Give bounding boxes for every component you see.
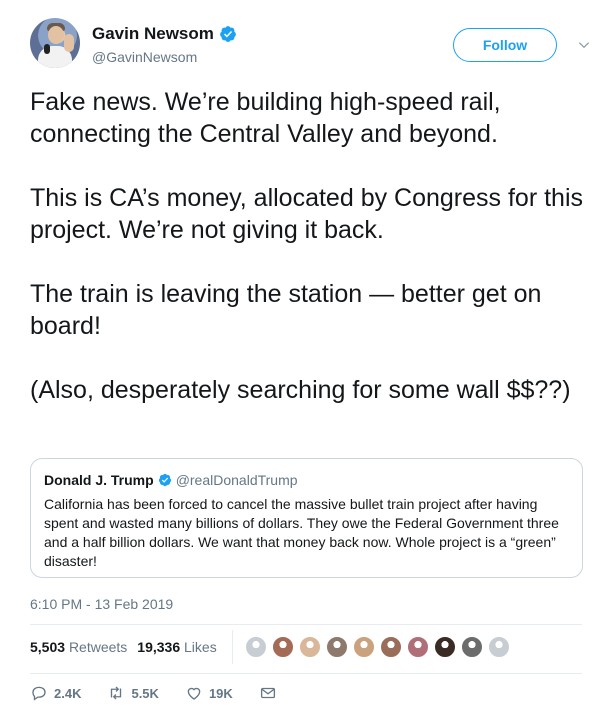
author-name-row: Gavin Newsom xyxy=(92,24,237,44)
stats-separator xyxy=(232,630,233,664)
tweet-stats: 5,503 Retweets 19,336 Likes xyxy=(30,639,227,655)
tweet-actions: 2.4K 5.5K 19K xyxy=(30,684,309,702)
author-handle[interactable]: @GavinNewsom xyxy=(92,49,197,65)
quoted-handle: @realDonaldTrump xyxy=(175,472,298,488)
liker-avatar[interactable] xyxy=(244,635,268,659)
liker-avatar[interactable] xyxy=(298,635,322,659)
quoted-tweet-header: Donald J. Trump @realDonaldTrump xyxy=(44,471,569,489)
liker-avatar[interactable] xyxy=(433,635,457,659)
liker-avatar[interactable] xyxy=(271,635,295,659)
divider xyxy=(30,624,582,625)
liker-avatars xyxy=(244,635,514,659)
tweet-paragraph: This is CA’s money, allocated by Congres… xyxy=(30,184,584,244)
liker-avatar[interactable] xyxy=(325,635,349,659)
retweet-button[interactable]: 5.5K xyxy=(107,684,159,702)
verified-badge-icon xyxy=(158,473,171,487)
quoted-display-name: Donald J. Trump xyxy=(44,472,154,488)
likes-count: 19,336 xyxy=(137,639,181,655)
tweet-paragraph: Fake news. We’re building high-speed rai… xyxy=(30,88,501,148)
author-avatar[interactable] xyxy=(30,18,80,68)
liker-avatar[interactable] xyxy=(406,635,430,659)
retweet-icon xyxy=(111,686,122,700)
quoted-tweet-text: California has been forced to cancel the… xyxy=(44,496,559,569)
retweets-label: Retweets xyxy=(68,639,128,655)
like-button[interactable]: 19K xyxy=(185,684,233,702)
chevron-down-icon[interactable] xyxy=(577,38,591,52)
tweet-timestamp[interactable]: 6:10 PM - 13 Feb 2019 xyxy=(30,596,173,612)
liker-avatar[interactable] xyxy=(487,635,511,659)
author-display-name[interactable]: Gavin Newsom xyxy=(92,24,214,44)
tweet-paragraph: The train is leaving the station — bette… xyxy=(30,280,542,340)
liker-avatar[interactable] xyxy=(460,635,484,659)
likes-stat[interactable]: 19,336 Likes xyxy=(137,639,216,655)
retweets-stat[interactable]: 5,503 Retweets xyxy=(30,639,127,655)
direct-message-button[interactable] xyxy=(259,684,283,702)
follow-button[interactable]: Follow xyxy=(453,28,557,62)
envelope-icon xyxy=(260,687,275,699)
reply-button[interactable]: 2.4K xyxy=(30,684,81,702)
tweet-paragraph: (Also, desperately searching for some wa… xyxy=(30,376,571,404)
reply-count: 2.4K xyxy=(54,685,82,701)
retweets-count: 5,503 xyxy=(30,639,66,655)
reply-icon xyxy=(32,686,46,701)
quoted-tweet[interactable]: Donald J. Trump @realDonaldTrump Califor… xyxy=(30,458,583,578)
tweet-text: Fake news. We’re building high-speed rai… xyxy=(30,86,585,406)
tweet-header: Gavin Newsom @GavinNewsom Follow xyxy=(30,18,590,70)
liker-avatar[interactable] xyxy=(379,635,403,659)
likes-label: Likes xyxy=(184,639,217,655)
liker-avatar[interactable] xyxy=(352,635,376,659)
heart-icon xyxy=(187,687,201,700)
like-count: 19K xyxy=(208,685,233,701)
divider xyxy=(30,673,582,674)
retweet-count: 5.5K xyxy=(131,685,159,701)
verified-badge-icon xyxy=(219,26,236,42)
